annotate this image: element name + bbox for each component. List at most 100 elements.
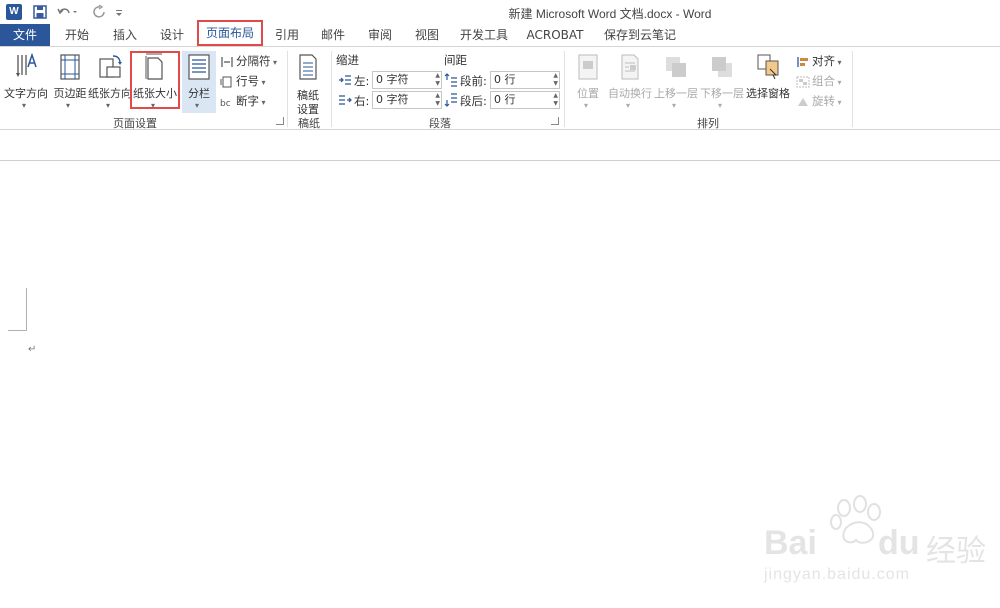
spacing-before-icon: [444, 73, 457, 87]
spacing-before-label: 段前:: [460, 74, 487, 88]
wrap-text-button[interactable]: 自动换行 ▾: [606, 51, 654, 113]
redo-icon[interactable]: [92, 4, 108, 20]
tab-mailings[interactable]: 邮件: [318, 24, 348, 46]
hyphenation-button[interactable]: bc 断字 ▾: [220, 93, 266, 111]
page-setup-launcher-icon[interactable]: [276, 117, 284, 125]
chevron-down-icon: ▾: [195, 101, 200, 110]
chevron-down-icon: ▾: [835, 78, 842, 87]
group-icon: [796, 76, 810, 87]
paragraph-mark[interactable]: ↵: [28, 344, 36, 355]
spacing-before-input[interactable]: 0 行 ▲ ▼: [490, 71, 560, 89]
line-numbers-icon: [220, 76, 232, 87]
manuscript-group-label: 稿纸: [298, 117, 320, 130]
group-divider: [331, 51, 332, 127]
arrange-group-label: 排列: [697, 117, 719, 130]
send-backward-button[interactable]: 下移一层 ▾: [698, 51, 746, 113]
indent-right-label: 右:: [354, 94, 370, 108]
indent-right-input[interactable]: 0 字符 ▲ ▼: [372, 91, 442, 109]
ribbon: 文字方向 ▾ 页边距 ▾ 纸张方向 ▾ 纸张大小 ▾ 分栏 ▾ 分隔符 ▾ 行号…: [0, 46, 1000, 130]
manuscript-icon: [299, 54, 317, 80]
manuscript-settings-button[interactable]: 稿纸 设置: [290, 51, 326, 116]
line-numbers-button[interactable]: 行号 ▾: [220, 73, 266, 91]
indent-left-label: 左:: [354, 74, 370, 88]
spacing-header: 间距: [444, 53, 467, 67]
bring-forward-button[interactable]: 上移一层 ▾: [652, 51, 700, 113]
spinner-arrows-icon[interactable]: ▲ ▼: [435, 72, 440, 88]
rotate-label: 旋转: [812, 94, 835, 108]
chevron-down-icon: ▾: [270, 58, 278, 67]
tab-page-layout[interactable]: 页面布局: [197, 20, 263, 46]
selection-pane-button[interactable]: 选择窗格: [746, 51, 790, 113]
customize-quick-access-icon[interactable]: [114, 4, 124, 20]
chevron-down-icon: ▾: [106, 101, 111, 110]
watermark-cn: 经验: [926, 534, 986, 569]
margins-button[interactable]: 页边距 ▾: [48, 51, 92, 113]
chevron-down-icon: ▾: [66, 101, 71, 110]
undo-icon[interactable]: [56, 4, 78, 20]
word-app-icon[interactable]: W: [6, 4, 22, 20]
group-objects-button[interactable]: 组合 ▾: [796, 73, 842, 91]
tab-developer[interactable]: 开发工具: [458, 24, 510, 46]
chevron-down-icon: ▾: [672, 101, 677, 110]
orientation-button[interactable]: 纸张方向 ▾: [88, 51, 132, 113]
tab-file[interactable]: 文件: [0, 24, 50, 46]
spacing-after-label: 段后:: [460, 94, 487, 108]
watermark-brand: Bai: [764, 524, 817, 562]
selection-pane-icon: [757, 54, 779, 80]
wrap-text-icon: [621, 54, 639, 80]
breaks-label: 分隔符: [236, 54, 271, 68]
indent-right-icon: [339, 95, 352, 105]
tab-home[interactable]: 开始: [62, 24, 92, 46]
chevron-down-icon: ▾: [584, 101, 589, 110]
text-direction-button[interactable]: 文字方向 ▾: [4, 51, 48, 113]
orientation-icon: [99, 55, 122, 78]
indent-header: 缩进: [336, 53, 359, 67]
svg-text:bc: bc: [220, 99, 231, 108]
group-label: 组合: [812, 74, 835, 88]
tab-review[interactable]: 审阅: [365, 24, 395, 46]
ribbon-bottom-strip: [0, 130, 1000, 161]
line-numbers-label: 行号: [236, 74, 259, 88]
columns-icon: [188, 54, 210, 80]
tab-insert[interactable]: 插入: [110, 24, 140, 46]
tab-view[interactable]: 视图: [412, 24, 442, 46]
paragraph-launcher-icon[interactable]: [551, 117, 559, 125]
paragraph-group-label: 段落: [429, 117, 451, 130]
group-divider: [852, 51, 853, 127]
chevron-down-icon: ▾: [259, 98, 266, 107]
spinner-arrows-icon[interactable]: ▲ ▼: [553, 92, 558, 108]
tab-acrobat[interactable]: ACROBAT: [525, 24, 585, 46]
align-label: 对齐: [812, 54, 835, 68]
hyphenation-label: 断字: [236, 94, 259, 108]
indent-left-input[interactable]: 0 字符 ▲ ▼: [372, 71, 442, 89]
position-button[interactable]: 位置 ▾: [566, 51, 610, 113]
spinner-arrows-icon[interactable]: ▲ ▼: [553, 72, 558, 88]
breaks-icon: [221, 56, 233, 67]
page-margin-corner-mark: [8, 288, 27, 331]
margins-icon: [60, 54, 80, 80]
save-icon[interactable]: [32, 4, 48, 20]
spacing-after-value: 0 行: [494, 93, 516, 106]
spinner-arrows-icon[interactable]: ▲ ▼: [435, 92, 440, 108]
tab-design[interactable]: 设计: [157, 24, 187, 46]
chevron-down-icon: ▾: [259, 78, 266, 87]
spacing-after-icon: [444, 93, 457, 107]
rotate-icon: [798, 97, 808, 106]
rotate-button[interactable]: 旋转 ▾: [796, 93, 842, 111]
baidu-jingyan-watermark: Bai du 经验 jingyan.baidu.com: [760, 488, 1000, 598]
tab-save-to-cloud-notes[interactable]: 保存到云笔记: [600, 24, 680, 46]
indent-left-value: 0 字符: [376, 73, 409, 86]
columns-label: 分栏: [188, 87, 210, 100]
align-button[interactable]: 对齐 ▾: [796, 53, 842, 71]
spacing-after-input[interactable]: 0 行 ▲ ▼: [490, 91, 560, 109]
breaks-button[interactable]: 分隔符 ▾: [220, 53, 277, 71]
chevron-down-icon: ▾: [22, 101, 27, 110]
watermark-brand-2: du: [878, 524, 920, 562]
align-icon: [797, 56, 808, 67]
tab-references[interactable]: 引用: [272, 24, 302, 46]
position-icon: [578, 54, 598, 80]
columns-button[interactable]: 分栏 ▾: [182, 51, 216, 113]
spacing-before-value: 0 行: [494, 73, 516, 86]
chevron-down-icon: ▾: [835, 58, 842, 67]
watermark-url: jingyan.baidu.com: [764, 566, 910, 583]
